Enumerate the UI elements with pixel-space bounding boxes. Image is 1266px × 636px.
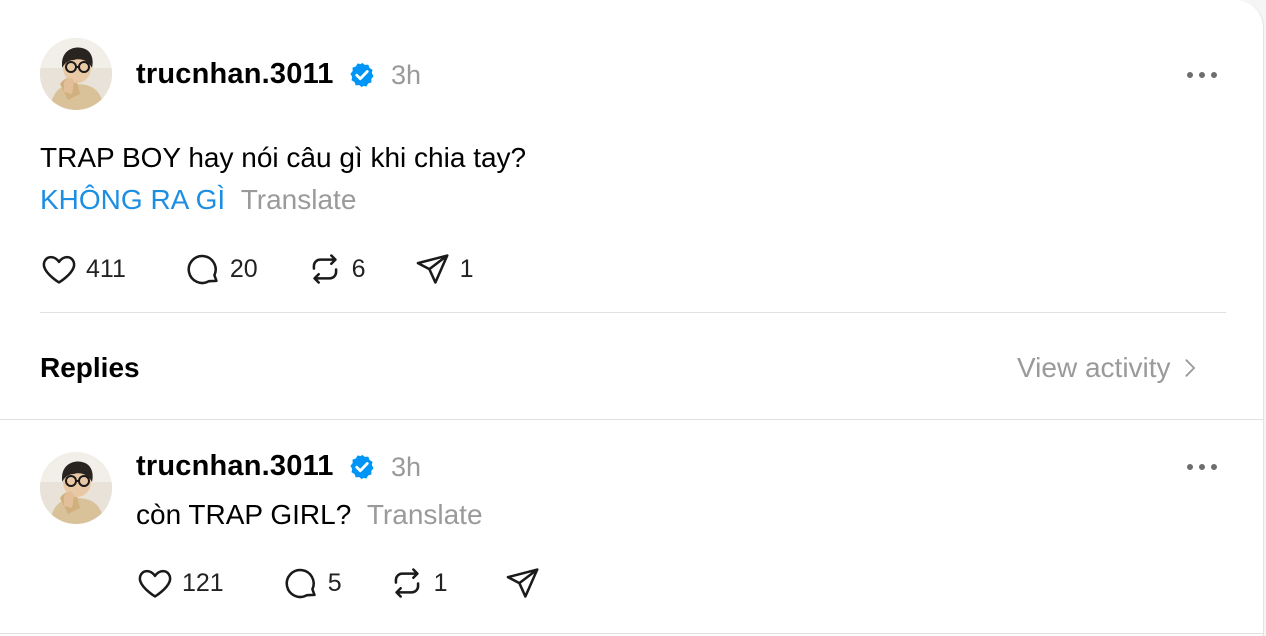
repost-icon — [394, 568, 419, 598]
reply-text: còn TRAP GIRL? — [136, 499, 352, 530]
view-activity-label: View activity — [1017, 352, 1171, 383]
like-button[interactable]: 411 — [40, 250, 126, 288]
repost-button[interactable]: 6 — [306, 250, 366, 288]
avatar-image — [40, 452, 112, 524]
chevron-right-icon — [1184, 359, 1195, 377]
comment-count: 5 — [327, 568, 342, 597]
repost-count: 6 — [351, 254, 366, 283]
divider — [40, 312, 1226, 313]
send-icon — [506, 568, 539, 598]
verified-badge-icon — [350, 62, 374, 88]
post-link-text[interactable]: KHÔNG RA GÌ — [40, 184, 225, 215]
repost-button[interactable]: 1 — [388, 564, 448, 602]
repost-icon — [312, 254, 338, 284]
post-text: TRAP BOY hay nói câu gì khi chia tay? — [40, 142, 527, 173]
avatar-image — [40, 38, 112, 110]
like-button[interactable]: 121 — [136, 564, 224, 602]
more-options-icon[interactable] — [1187, 70, 1217, 80]
share-button[interactable]: 1 — [414, 250, 474, 288]
share-button[interactable] — [504, 564, 542, 602]
reply-actions: 121 5 1 — [136, 564, 542, 602]
comment-button[interactable]: 5 — [282, 564, 342, 602]
translate-link[interactable]: Translate — [367, 499, 483, 530]
thread-card: trucnhan.3011 3h TRAP BOY hay nói câu gì… — [0, 0, 1264, 636]
post-actions: 411 20 6 1 — [40, 250, 473, 288]
send-icon — [416, 254, 449, 284]
divider — [0, 633, 1263, 634]
like-count: 121 — [182, 568, 224, 597]
comment-button[interactable]: 20 — [184, 250, 258, 288]
replies-heading: Replies — [40, 352, 140, 383]
comment-icon — [285, 568, 316, 599]
reply-avatar[interactable] — [40, 452, 112, 524]
more-options-icon[interactable] — [1187, 462, 1217, 472]
heart-icon — [42, 255, 76, 284]
share-count: 1 — [459, 254, 474, 283]
avatar[interactable] — [40, 38, 112, 110]
view-activity-link[interactable]: View activity — [1017, 352, 1201, 384]
divider — [0, 419, 1263, 420]
comment-count: 20 — [229, 254, 258, 283]
reply-time: 3h — [391, 452, 422, 482]
like-count: 411 — [86, 254, 126, 283]
reply-text-line: còn TRAP GIRL? Translate — [136, 499, 483, 531]
reply-username[interactable]: trucnhan.3011 — [136, 450, 334, 483]
username[interactable]: trucnhan.3011 — [136, 58, 334, 91]
repost-count: 1 — [433, 568, 448, 597]
post-text-line2: KHÔNG RA GÌ Translate — [40, 184, 356, 216]
verified-badge-icon — [350, 454, 374, 480]
comment-icon — [187, 254, 218, 285]
heart-icon — [138, 569, 172, 598]
translate-link[interactable]: Translate — [241, 184, 357, 215]
post-time: 3h — [391, 60, 422, 90]
